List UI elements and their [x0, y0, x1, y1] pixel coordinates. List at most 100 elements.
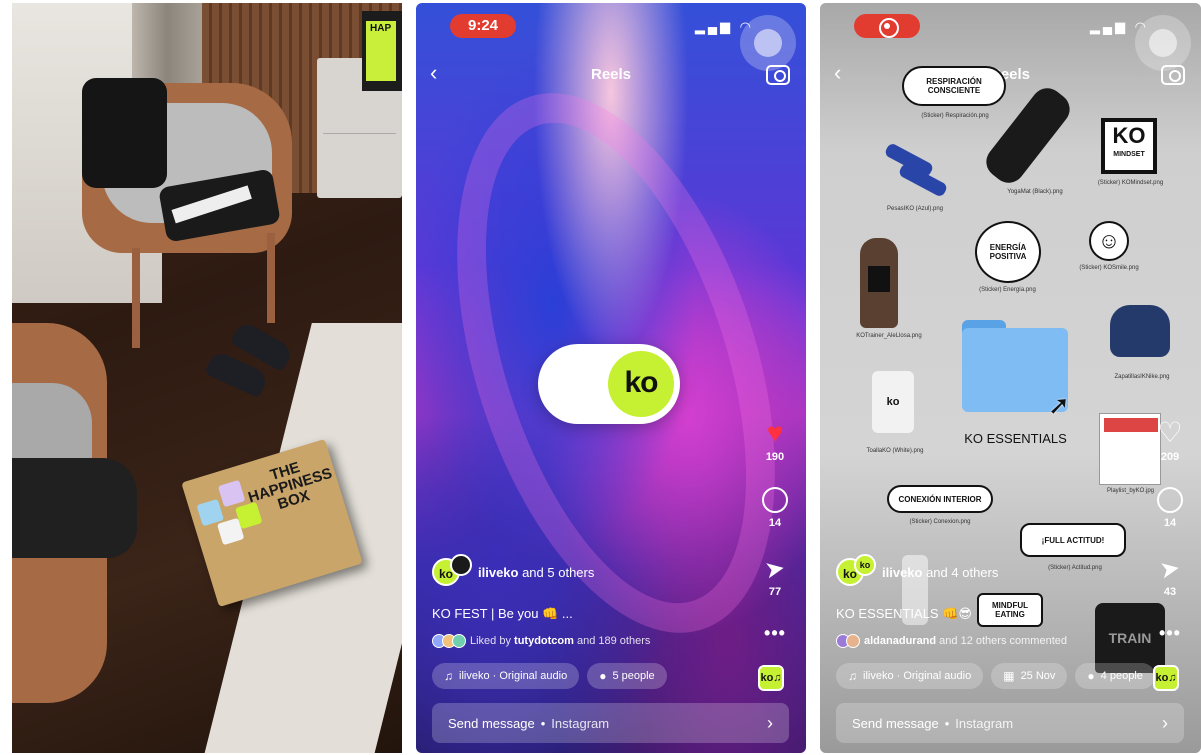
- audio-chip[interactable]: ♫ iliveko · Original audio: [836, 663, 984, 689]
- liker-avatar: [452, 634, 466, 648]
- owner-suffix: and 4 others: [922, 564, 999, 580]
- comment-button[interactable]: 14: [758, 487, 792, 529]
- mouse-cursor-icon: ➚: [1048, 390, 1070, 420]
- caption[interactable]: KO ESSENTIALS 👊😎: [836, 606, 972, 622]
- monitor-text: HAP: [370, 23, 392, 34]
- people-chip[interactable]: ● 4 people: [1075, 663, 1155, 689]
- file-label: (Sticker) Conexion.png: [909, 519, 971, 525]
- sticker-mindful: MINDFUL EATING: [977, 593, 1043, 627]
- screen-record-indicator[interactable]: [854, 14, 920, 38]
- audio-chip[interactable]: ♫ iliveko · Original audio: [432, 663, 580, 689]
- liked-user[interactable]: tutydotcom: [514, 635, 574, 647]
- send-label: Send message: [852, 715, 939, 731]
- page-title: Reels: [590, 66, 632, 83]
- folder-label[interactable]: KO ESSENTIALS: [948, 431, 1083, 446]
- chips-row: ♫ iliveko · Original audio ● 5 people: [432, 663, 667, 689]
- camera-icon[interactable]: [766, 65, 790, 85]
- owner-name[interactable]: iliveko: [882, 565, 922, 580]
- share-button[interactable]: ➤ 77: [758, 554, 792, 598]
- send-label: Send message: [448, 715, 535, 731]
- like-button[interactable]: ♡ 209: [1153, 417, 1187, 464]
- music-note-icon: ♫: [848, 669, 857, 683]
- heart-icon: ♥: [766, 417, 784, 448]
- file-label: (Sticker) KOSmile.png: [1079, 265, 1139, 271]
- monitor: HAP: [362, 11, 402, 91]
- share-count: 43: [1163, 586, 1177, 598]
- assistive-touch-button[interactable]: [740, 15, 796, 71]
- more-button[interactable]: •••: [1153, 623, 1187, 644]
- avatar-secondary: ko: [854, 554, 876, 576]
- send-message-bar[interactable]: Send message • Instagram ›: [836, 703, 1184, 743]
- sticker-conexion: CONEXIÓN INTERIOR: [887, 485, 993, 513]
- reel-screen: 9:24 ▂▄▆ ◠ ‹ Reels ko ♥ 190 14 ➤ 77 ••• …: [416, 3, 806, 753]
- commenter-user[interactable]: aldanadurand: [864, 635, 936, 647]
- file-label: YogaMat (Black).png: [1007, 189, 1063, 195]
- mindset-sticker: KO MINDSET: [1101, 118, 1157, 174]
- box-label: THE HAPPINESS BOX: [246, 458, 335, 514]
- file-label: ToallaKO (White).png: [866, 448, 924, 454]
- more-button[interactable]: •••: [758, 623, 792, 644]
- file-label: (Sticker) Respiración.png: [921, 113, 989, 119]
- comment-button[interactable]: 14: [1153, 487, 1187, 529]
- audio-button[interactable]: ko♫: [758, 665, 792, 691]
- audio-chip-label: iliveko · Original audio: [863, 670, 972, 682]
- playlist-image: [1099, 413, 1161, 485]
- paper-plane-icon: ➤: [1157, 554, 1183, 585]
- owner-row[interactable]: ko ko iliveko and 4 others: [836, 554, 999, 586]
- file-label: (Sticker) KOMindset.png: [1097, 180, 1164, 186]
- like-button[interactable]: ♥ 190: [758, 417, 792, 464]
- music-note-icon: ko♫: [1153, 665, 1179, 691]
- liked-prefix: Liked by: [470, 635, 515, 647]
- send-sub: Instagram: [955, 715, 1014, 731]
- audio-chip-label: iliveko · Original audio: [459, 670, 568, 682]
- share-button[interactable]: ➤ 43: [1153, 554, 1187, 598]
- essentials-screen: ▂▄▆ ◠ ‹ Reels RESPIRACIÓN CONSCIENTE (St…: [820, 3, 1201, 753]
- trainer-image: [860, 238, 898, 328]
- people-chip[interactable]: ● 5 people: [587, 663, 667, 689]
- people-chip-label: 4 people: [1100, 670, 1143, 682]
- date-chip[interactable]: ▦ 25 Nov: [991, 663, 1068, 689]
- liked-by-row[interactable]: Liked by tutydotcom and 189 others: [432, 634, 650, 648]
- audio-button[interactable]: ko♫: [1153, 665, 1187, 691]
- date-chip-label: 25 Nov: [1020, 670, 1056, 682]
- caption[interactable]: KO FEST | Be you 👊 ...: [432, 606, 573, 622]
- sneaker-image: [1110, 305, 1170, 357]
- room-photo: HAP THE HAPPINESS BOX: [12, 3, 402, 753]
- sticker-energia: ENERGÍA POSITIVA: [975, 221, 1041, 283]
- file-label: PesasIKO (Azul).png: [886, 206, 944, 212]
- music-note-icon: ♫: [444, 669, 453, 683]
- people-chip-label: 5 people: [612, 670, 655, 682]
- owner-suffix: and 5 others: [518, 564, 595, 580]
- commenter-avatar: [846, 634, 860, 648]
- chevron-right-icon: ›: [767, 712, 773, 733]
- owner-name[interactable]: iliveko: [478, 565, 518, 580]
- paper-plane-icon: ➤: [762, 554, 788, 585]
- calendar-icon: ▦: [1003, 669, 1015, 683]
- camera-icon[interactable]: [1161, 65, 1185, 85]
- send-message-bar[interactable]: Send message • Instagram ›: [432, 703, 789, 743]
- heart-icon: ♡: [1157, 417, 1183, 448]
- file-label: (Sticker) Actitud.png: [1048, 565, 1102, 571]
- separator-dot: •: [540, 715, 546, 731]
- chair-leg: [132, 248, 140, 348]
- chair-leg: [267, 233, 275, 323]
- towel-image: ko: [872, 371, 914, 433]
- music-note-icon: ko♫: [758, 665, 784, 691]
- assistive-touch-button[interactable]: [1135, 15, 1191, 71]
- chips-row: ♫ iliveko · Original audio ▦ 25 Nov ● 4 peo…: [836, 663, 1155, 689]
- comment-icon: [762, 487, 788, 513]
- comment-count: 14: [1163, 517, 1177, 529]
- black-jacket: [82, 78, 167, 188]
- person-icon: ●: [599, 669, 607, 683]
- owner-text: iliveko and 5 others: [478, 565, 594, 580]
- owner-row[interactable]: ko iliveko and 5 others: [432, 554, 594, 586]
- chevron-right-icon: ›: [1162, 712, 1168, 733]
- ko-logo: ko: [608, 351, 674, 417]
- commented-by-row[interactable]: aldanadurand and 12 others commented: [836, 634, 1067, 648]
- smile-sticker: ☺: [1089, 221, 1129, 261]
- like-count: 209: [1160, 451, 1180, 463]
- back-button[interactable]: ‹: [834, 62, 841, 84]
- sneakers: [202, 319, 295, 399]
- chevron-left-icon: ‹: [834, 60, 842, 85]
- like-count: 190: [765, 451, 785, 463]
